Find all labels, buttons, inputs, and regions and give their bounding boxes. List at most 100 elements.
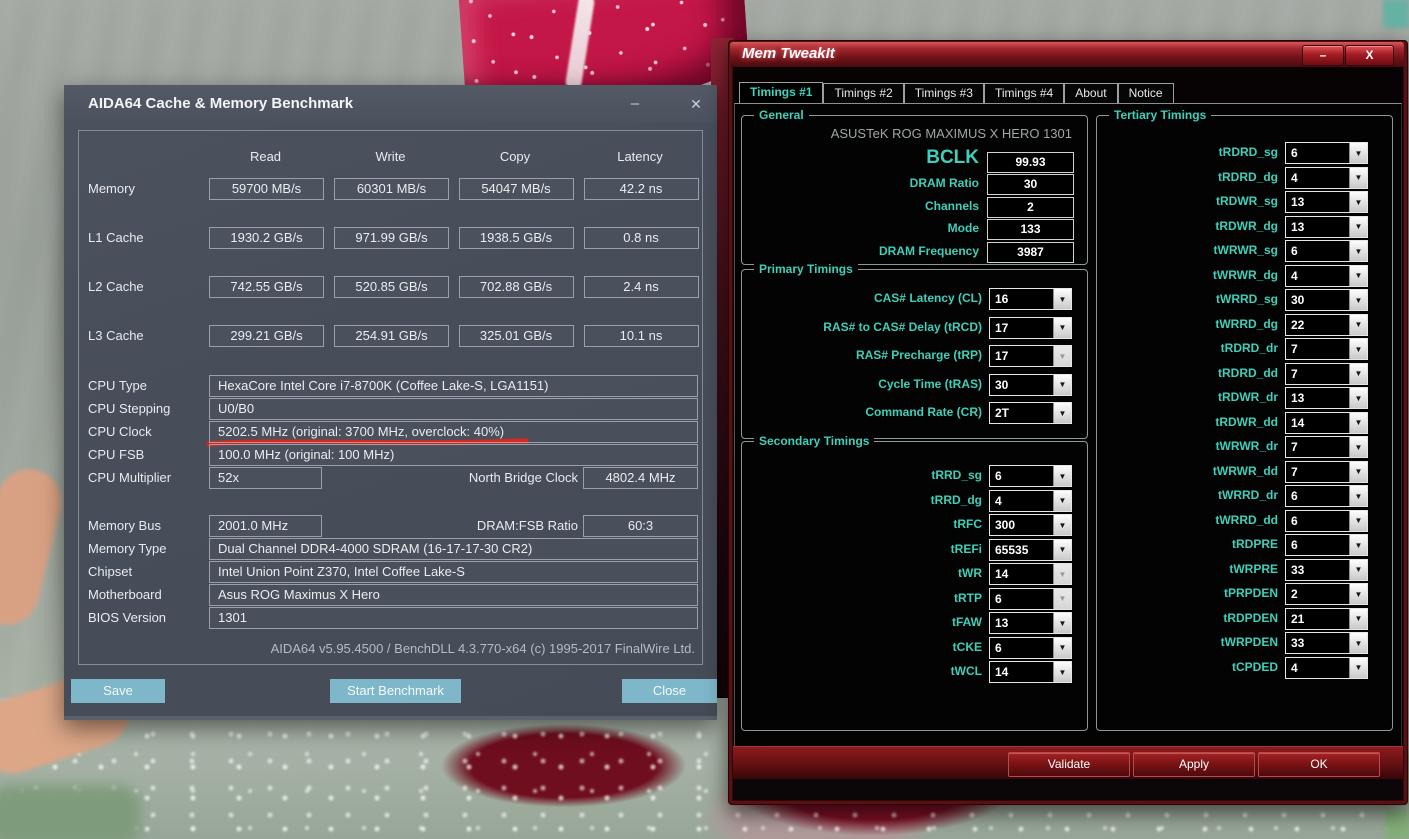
chevron-down-icon[interactable]: ▼ — [1349, 412, 1367, 433]
chevron-down-icon[interactable]: ▼ — [1053, 613, 1071, 633]
chevron-down-icon[interactable]: ▼ — [1349, 241, 1367, 261]
combo-twr[interactable]: 14 ▼ — [989, 563, 1072, 585]
aida64-titlebar[interactable]: AIDA64 Cache & Memory Benchmark – ✕ — [64, 85, 717, 123]
combo-tcpded[interactable]: 4 ▼ — [1285, 656, 1368, 679]
close-icon[interactable]: X — [1345, 45, 1394, 66]
chevron-down-icon[interactable]: ▼ — [1349, 388, 1367, 408]
tab-timings-3[interactable]: Timings #3 — [903, 83, 984, 104]
chevron-down-icon[interactable]: ▼ — [1053, 466, 1071, 486]
chevron-down-icon[interactable]: ▼ — [1349, 584, 1367, 604]
combo-twrwr-dg[interactable]: 4 ▼ — [1285, 264, 1368, 287]
combo-trdwr-dd[interactable]: 14 ▼ — [1285, 411, 1368, 434]
apply-button[interactable]: Apply — [1133, 752, 1255, 777]
chevron-down-icon[interactable]: ▼ — [1349, 461, 1367, 482]
chevron-down-icon[interactable]: ▼ — [1053, 637, 1071, 658]
field-label: RAS# Precharge (tRP) — [855, 348, 982, 362]
row-label: CPU FSB — [88, 447, 145, 462]
chevron-down-icon[interactable]: ▼ — [1349, 192, 1367, 212]
chevron-down-icon[interactable]: ▼ — [1349, 608, 1367, 629]
combo-trefi[interactable]: 65535 ▼ — [989, 538, 1072, 561]
combo-ras-to-cas-delay-trcd[interactable]: 17 ▼ — [989, 316, 1072, 339]
combo-twrpre[interactable]: 33 ▼ — [1285, 558, 1368, 581]
combo-trfc[interactable]: 300 ▼ — [989, 514, 1072, 536]
bench-value: 0.8 ns — [583, 227, 699, 249]
combo-cas-latency-cl[interactable]: 16 ▼ — [989, 288, 1072, 310]
chevron-down-icon[interactable]: ▼ — [1349, 363, 1367, 384]
combo-trdrd-sg[interactable]: 6 ▼ — [1285, 142, 1368, 164]
motherboard-name: ASUSTeK ROG MAXIMUS X HERO 1301 — [830, 126, 1072, 141]
chevron-down-icon[interactable]: ▼ — [1349, 535, 1367, 555]
combo-tfaw[interactable]: 13 ▼ — [989, 612, 1072, 634]
combo-twrrd-dr[interactable]: 6 ▼ — [1285, 485, 1368, 507]
close-button[interactable]: Close — [622, 679, 717, 703]
tab-timings-1[interactable]: Timings #1 — [739, 82, 824, 104]
timing-value: 4 — [1291, 660, 1298, 675]
mem-tweakit-titlebar[interactable]: Mem TweakIt – X — [730, 42, 1404, 67]
combo-trdwr-dg[interactable]: 13 ▼ — [1285, 215, 1368, 238]
field-label: Channels — [924, 198, 979, 213]
chevron-down-icon[interactable]: ▼ — [1349, 437, 1367, 457]
combo-ras-precharge-trp[interactable]: 17 ▼ — [989, 345, 1072, 367]
chevron-down-icon[interactable]: ▼ — [1349, 314, 1367, 335]
combo-twrrd-sg[interactable]: 30 ▼ — [1285, 289, 1368, 311]
chevron-down-icon[interactable]: ▼ — [1053, 515, 1071, 535]
info-value: 1301 — [209, 607, 698, 629]
minimize-button[interactable]: – — [1302, 45, 1344, 66]
chevron-down-icon[interactable]: ▼ — [1053, 346, 1071, 366]
save-button[interactable]: Save — [71, 679, 165, 703]
close-icon[interactable]: ✕ — [681, 94, 711, 114]
combo-trdrd-dr[interactable]: 7 ▼ — [1285, 338, 1368, 360]
combo-trrd-sg[interactable]: 6 ▼ — [989, 465, 1072, 487]
chevron-down-icon[interactable]: ▼ — [1349, 167, 1367, 188]
tab-timings-2[interactable]: Timings #2 — [823, 83, 904, 104]
combo-trdrd-dd[interactable]: 7 ▼ — [1285, 362, 1368, 385]
chevron-down-icon[interactable]: ▼ — [1053, 539, 1071, 560]
combo-trrd-dg[interactable]: 4 ▼ — [989, 489, 1072, 512]
validate-button[interactable]: Validate — [1008, 752, 1130, 777]
ok-button[interactable]: OK — [1258, 752, 1380, 777]
combo-trdwr-sg[interactable]: 13 ▼ — [1285, 191, 1368, 213]
combo-twrwr-dr[interactable]: 7 ▼ — [1285, 436, 1368, 458]
combo-twrwr-sg[interactable]: 6 ▼ — [1285, 240, 1368, 262]
chevron-down-icon[interactable]: ▼ — [1053, 289, 1071, 309]
combo-trdpre[interactable]: 6 ▼ — [1285, 534, 1368, 556]
combo-twrwr-dd[interactable]: 7 ▼ — [1285, 460, 1368, 483]
timing-value: 33 — [1291, 636, 1305, 650]
chevron-down-icon[interactable]: ▼ — [1053, 403, 1071, 423]
chevron-down-icon[interactable]: ▼ — [1349, 216, 1367, 237]
chevron-down-icon[interactable]: ▼ — [1349, 265, 1367, 286]
combo-trtp[interactable]: 6 ▼ — [989, 587, 1072, 610]
chevron-down-icon[interactable]: ▼ — [1349, 486, 1367, 506]
tab-notice[interactable]: Notice — [1117, 83, 1174, 104]
chevron-down-icon[interactable]: ▼ — [1053, 374, 1071, 395]
combo-trdrd-dg[interactable]: 4 ▼ — [1285, 166, 1368, 189]
timing-value: 6 — [995, 469, 1002, 483]
combo-command-rate-cr[interactable]: 2T ▼ — [989, 402, 1072, 424]
timing-value: 7 — [1291, 440, 1298, 454]
chevron-down-icon[interactable]: ▼ — [1349, 657, 1367, 678]
chevron-down-icon[interactable]: ▼ — [1349, 510, 1367, 531]
chevron-down-icon[interactable]: ▼ — [1349, 559, 1367, 580]
combo-twrpden[interactable]: 33 ▼ — [1285, 632, 1368, 654]
tab-timings-4[interactable]: Timings #4 — [983, 83, 1065, 104]
combo-trdwr-dr[interactable]: 13 ▼ — [1285, 387, 1368, 409]
combo-tprpden[interactable]: 2 ▼ — [1285, 583, 1368, 605]
chevron-down-icon[interactable]: ▼ — [1053, 564, 1071, 584]
combo-tcke[interactable]: 6 ▼ — [989, 636, 1072, 659]
combo-trdpden[interactable]: 21 ▼ — [1285, 607, 1368, 630]
chevron-down-icon[interactable]: ▼ — [1053, 317, 1071, 338]
chevron-down-icon[interactable]: ▼ — [1349, 339, 1367, 359]
chevron-down-icon[interactable]: ▼ — [1349, 143, 1367, 163]
chevron-down-icon[interactable]: ▼ — [1053, 662, 1071, 682]
combo-twcl[interactable]: 14 ▼ — [989, 661, 1072, 683]
chevron-down-icon[interactable]: ▼ — [1349, 290, 1367, 310]
chevron-down-icon[interactable]: ▼ — [1349, 633, 1367, 653]
combo-cycle-time-tras[interactable]: 30 ▼ — [989, 373, 1072, 396]
combo-twrrd-dg[interactable]: 22 ▼ — [1285, 313, 1368, 336]
tab-about[interactable]: About — [1064, 83, 1118, 104]
minimize-button[interactable]: – — [620, 94, 650, 114]
chevron-down-icon[interactable]: ▼ — [1053, 490, 1071, 511]
start-benchmark-button[interactable]: Start Benchmark — [330, 679, 461, 703]
combo-twrrd-dd[interactable]: 6 ▼ — [1285, 509, 1368, 532]
chevron-down-icon[interactable]: ▼ — [1053, 588, 1071, 609]
